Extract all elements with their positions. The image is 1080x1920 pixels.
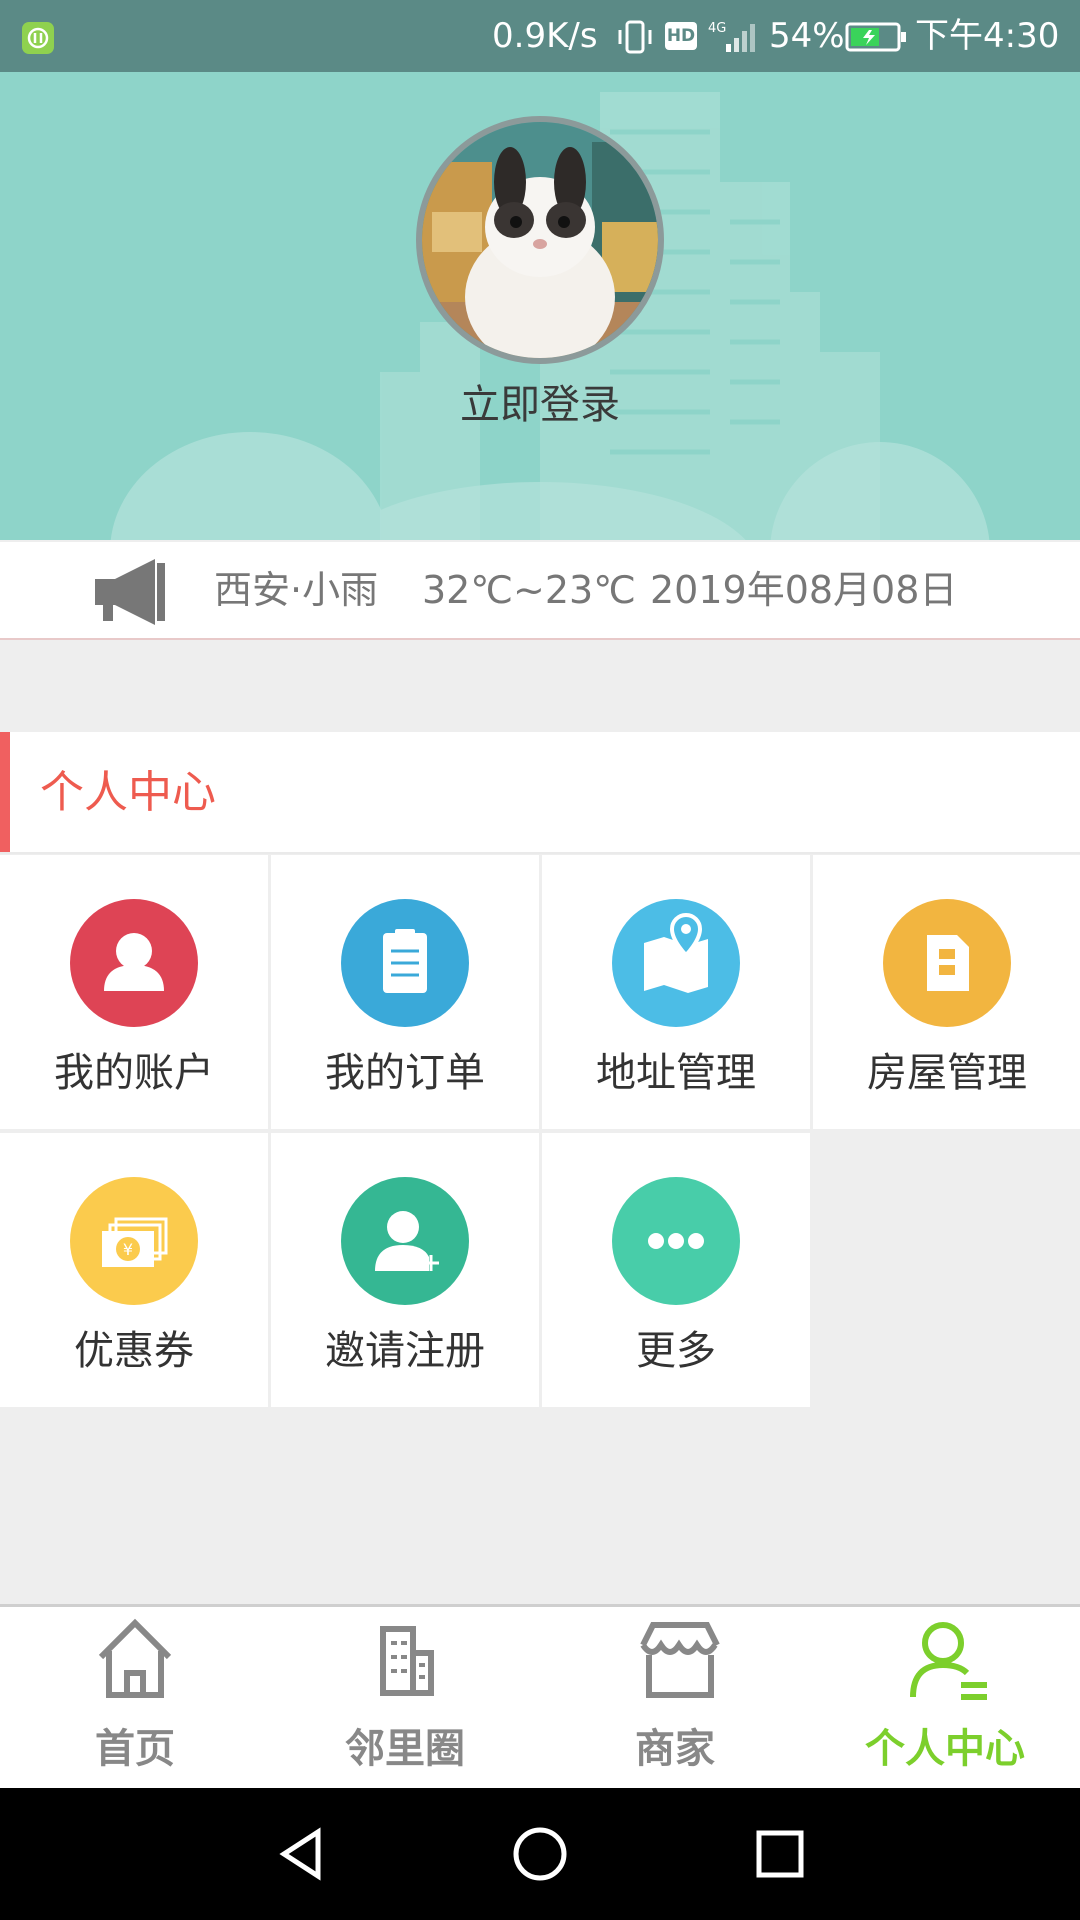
nav-label: 首页 (95, 1726, 175, 1772)
weather-date: 2019年08月08日 (650, 568, 958, 612)
nav-label: 邻里圈 (345, 1726, 465, 1772)
weather-city: 西安·小雨 (214, 568, 379, 612)
nav-item-home[interactable]: 首页 (0, 1607, 270, 1791)
nav-label: 商家 (635, 1726, 715, 1772)
grid-item-coupons[interactable]: ¥ 优惠券 (0, 1133, 268, 1407)
back-icon[interactable] (272, 1824, 332, 1884)
grid-item-my-account[interactable]: 我的账户 (0, 855, 268, 1129)
grid-item-label: 更多 (636, 1328, 716, 1374)
grid-item-label: 优惠券 (74, 1328, 194, 1374)
weather-bar: 西安·小雨 32℃~23℃ 2019年08月08日 (0, 542, 1080, 640)
avatar[interactable] (416, 116, 664, 364)
network-type: 4G (708, 21, 726, 36)
grid-item-label: 我的订单 (325, 1050, 485, 1096)
battery-percent: 54% (769, 16, 845, 56)
nav-label: 个人中心 (865, 1726, 1025, 1772)
map-pin-icon (612, 899, 740, 1027)
rabbit-avatar-image (422, 122, 658, 358)
grid-item-my-orders[interactable]: 我的订单 (271, 855, 539, 1129)
buildings-icon (380, 1626, 434, 1696)
app-notification-icon (22, 22, 54, 54)
bottom-navigation: 首页 邻里圈 商家 个人中心 (0, 1604, 1080, 1791)
signal-icon: 4G (708, 21, 755, 52)
battery-icon (845, 22, 906, 52)
grid-item-label: 邀请注册 (325, 1328, 485, 1374)
profile-header: 立即登录 (0, 72, 1080, 540)
weather-temperature: 32℃~23℃ (422, 568, 636, 612)
section-title: 个人中心 (40, 767, 216, 818)
grid-item-label: 房屋管理 (867, 1050, 1027, 1096)
grid-item-more[interactable]: 更多 (542, 1133, 810, 1407)
add-user-icon (341, 1177, 469, 1305)
grid-item-label: 我的账户 (54, 1050, 214, 1096)
status-bar: 0.9K/s HD 4G 54% 下午4:30 (0, 0, 1080, 72)
system-navigation-bar (0, 1788, 1080, 1920)
home-button-icon[interactable] (510, 1824, 570, 1884)
recents-icon[interactable] (750, 1824, 810, 1884)
hd-badge: HD (665, 22, 697, 50)
clock: 下午4:30 (915, 16, 1060, 56)
network-speed: 0.9K/s (492, 16, 598, 56)
grid-item-house-management[interactable]: 房屋管理 (813, 855, 1080, 1129)
vibrate-icon (618, 20, 652, 54)
grid-item-label: 地址管理 (596, 1050, 756, 1096)
building-icon (883, 899, 1011, 1027)
nav-item-neighborhood[interactable]: 邻里圈 (270, 1607, 540, 1791)
profile-icon (910, 1622, 987, 1700)
coupon-icon: ¥ (70, 1177, 198, 1305)
section-accent-bar (0, 732, 10, 852)
nav-item-personal-center[interactable]: 个人中心 (810, 1607, 1080, 1791)
home-icon (98, 1618, 172, 1698)
more-icon (612, 1177, 740, 1305)
svg-text:¥: ¥ (123, 1240, 133, 1259)
store-icon (640, 1622, 720, 1698)
grid-item-address-management[interactable]: 地址管理 (542, 855, 810, 1129)
section-header: 个人中心 (0, 732, 1080, 854)
nav-item-merchants[interactable]: 商家 (540, 1607, 810, 1791)
megaphone-icon (95, 559, 165, 625)
grid-item-invite-register[interactable]: 邀请注册 (271, 1133, 539, 1407)
user-icon (70, 899, 198, 1027)
clipboard-icon (341, 899, 469, 1027)
login-link[interactable]: 立即登录 (0, 372, 1080, 430)
